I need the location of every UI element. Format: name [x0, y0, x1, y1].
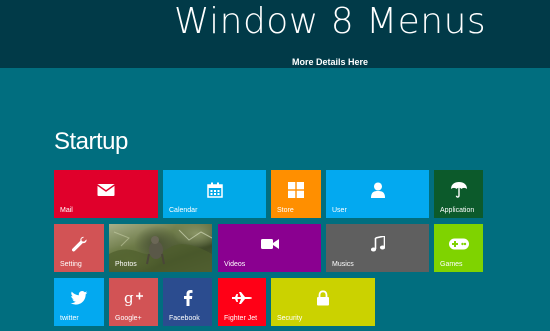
tile-label: Games	[440, 261, 463, 268]
calendar-icon	[206, 182, 223, 198]
tile-label: Setting	[60, 261, 82, 268]
tile-games[interactable]: Games	[434, 224, 483, 272]
tile-label: Facebook	[169, 315, 200, 322]
tile-mail[interactable]: Mail	[54, 170, 158, 218]
tile-twitter[interactable]: twitter	[54, 278, 104, 326]
video-camera-icon	[260, 238, 279, 250]
windows-logo-icon	[288, 182, 304, 199]
tile-label: twitter	[60, 315, 79, 322]
tile-label: Google+	[115, 315, 142, 322]
page-title: Window 8 Menus	[173, 1, 487, 42]
tile-security[interactable]: Security	[271, 278, 375, 326]
tile-label: Calendar	[169, 207, 198, 214]
umbrella-icon	[450, 182, 467, 198]
tile-label: Photos	[115, 261, 137, 268]
tile-calendar[interactable]: Calendar	[163, 170, 266, 218]
tile-label: Store	[277, 207, 294, 214]
tile-user[interactable]: User	[326, 170, 429, 218]
twitter-bird-icon	[70, 291, 88, 305]
tile-facebook[interactable]: Facebook	[163, 278, 212, 326]
facebook-icon	[183, 290, 192, 307]
tile-label: Application	[440, 207, 475, 214]
tile-musics[interactable]: Musics	[326, 224, 429, 272]
tile-googleplus[interactable]: g Google+	[109, 278, 158, 326]
tile-label: Mail	[60, 207, 73, 214]
google-plus-icon: g	[124, 290, 144, 306]
tile-label: Musics	[332, 261, 354, 268]
svg-text:g: g	[124, 290, 134, 306]
tile-fighterjet[interactable]: Fighter Jet	[218, 278, 266, 326]
header-bar: Window 8 Menus More Details Here	[0, 0, 550, 68]
more-details-link[interactable]: More Details Here	[0, 57, 550, 67]
tile-label: Videos	[224, 261, 246, 268]
tile-application[interactable]: Application	[434, 170, 483, 218]
music-note-icon	[370, 236, 385, 252]
wrench-icon	[71, 237, 87, 252]
tile-videos[interactable]: Videos	[218, 224, 321, 272]
lock-icon	[317, 290, 329, 306]
tile-photos[interactable]: Photos	[109, 224, 212, 272]
tile-label: Fighter Jet	[224, 315, 258, 322]
tile-store[interactable]: Store	[271, 170, 321, 218]
user-icon	[370, 182, 385, 199]
tile-label: Security	[277, 315, 303, 322]
gamepad-icon	[448, 238, 469, 250]
tile-setting[interactable]: Setting	[54, 224, 104, 272]
envelope-icon	[97, 184, 115, 197]
section-title: Startup	[54, 128, 128, 155]
fighter-jet-icon	[232, 292, 252, 305]
tile-label: User	[332, 207, 347, 214]
